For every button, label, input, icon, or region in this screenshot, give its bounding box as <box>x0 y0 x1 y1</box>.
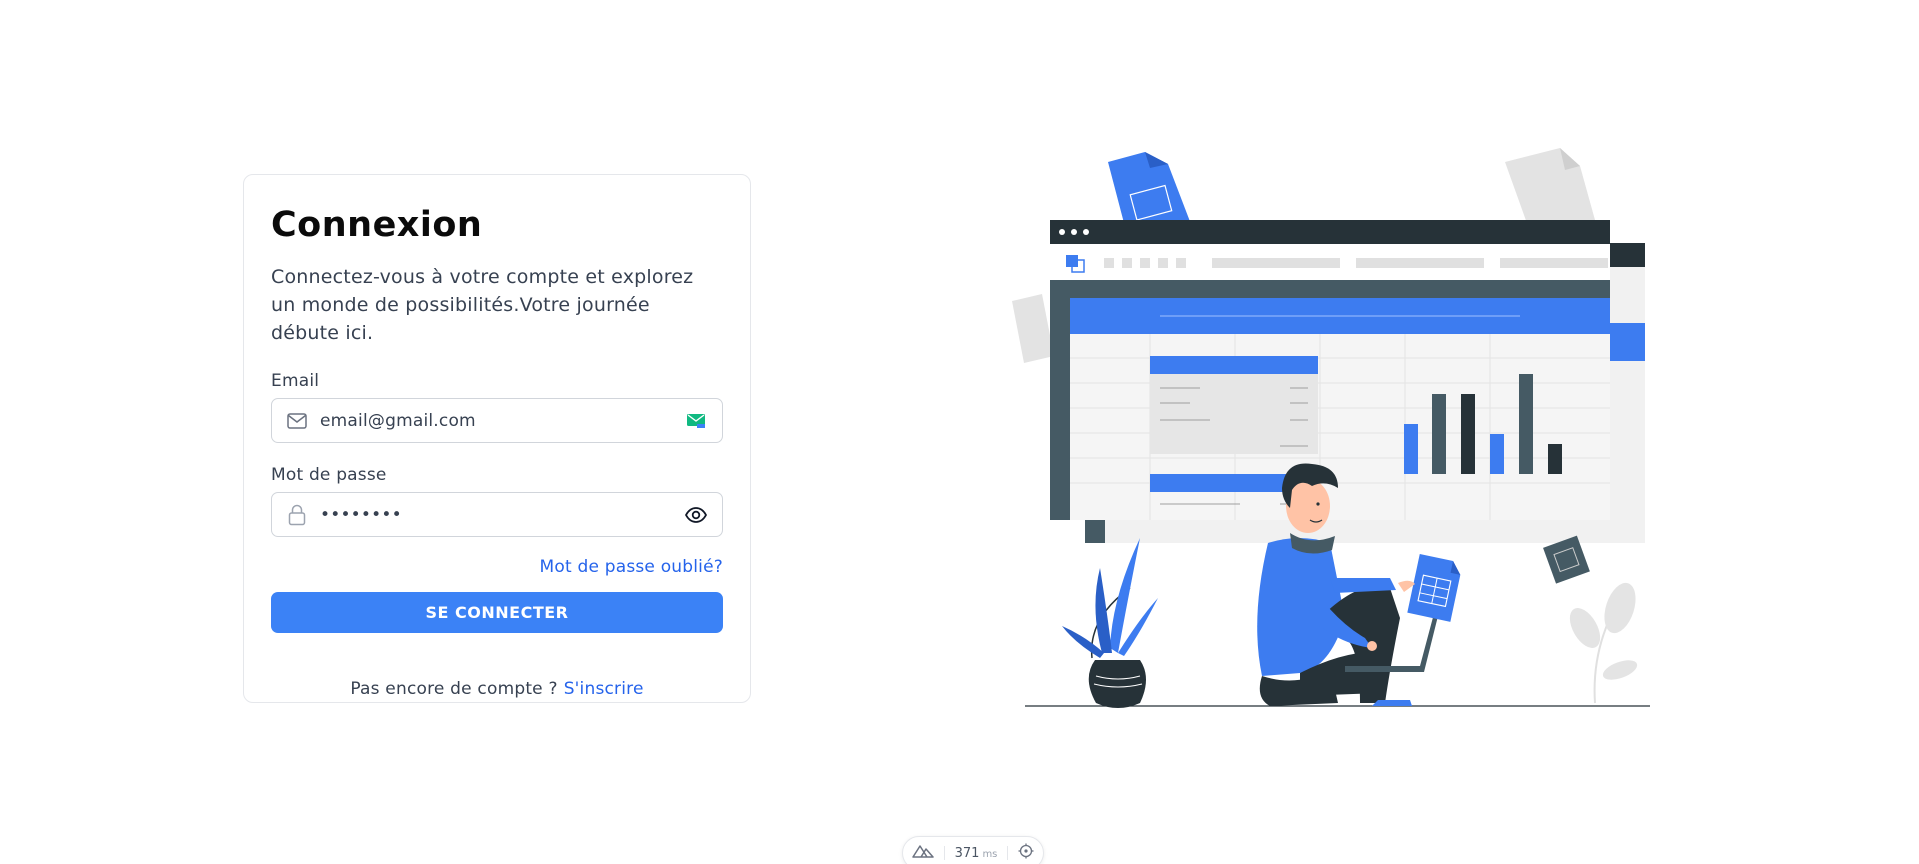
timing-value: 371 <box>954 845 980 861</box>
page-title: Connexion <box>271 205 483 245</box>
forgot-password-link[interactable]: Mot de passe oublié? <box>540 557 723 577</box>
divider <box>943 846 945 860</box>
eye-icon[interactable] <box>684 503 708 527</box>
timing-readout[interactable]: 371 ms <box>955 846 998 861</box>
email-field-wrapper <box>271 398 723 443</box>
password-input[interactable] <box>320 504 672 525</box>
dev-toolbar: 371 ms <box>902 836 1044 864</box>
password-field-wrapper <box>271 492 723 537</box>
crosshair-icon[interactable] <box>1018 843 1034 863</box>
plant-vase <box>1062 538 1158 708</box>
signup-prompt: Pas encore de compte ? <box>350 679 558 699</box>
timing-unit: ms <box>982 848 998 860</box>
password-label: Mot de passe <box>271 465 387 485</box>
divider <box>1007 846 1009 860</box>
signup-link[interactable]: S'inscrire <box>564 679 644 699</box>
login-card: Connexion Connectez-vous à votre compte … <box>243 174 751 703</box>
hero-illustration <box>1000 148 1670 718</box>
lock-icon <box>286 504 308 526</box>
plant-grey <box>1569 582 1638 704</box>
email-label: Email <box>271 371 320 391</box>
document-icon-grey-left <box>1012 294 1054 363</box>
mail-badge-icon <box>684 409 708 433</box>
page-subtitle: Connectez-vous à votre compte et explore… <box>271 266 694 344</box>
nuxt-icon[interactable] <box>911 844 934 862</box>
mail-icon <box>286 410 308 432</box>
email-input[interactable] <box>320 410 672 431</box>
login-button[interactable]: SE CONNECTER <box>271 592 723 633</box>
signup-row: Pas encore de compte ? S'inscrire <box>271 679 723 699</box>
